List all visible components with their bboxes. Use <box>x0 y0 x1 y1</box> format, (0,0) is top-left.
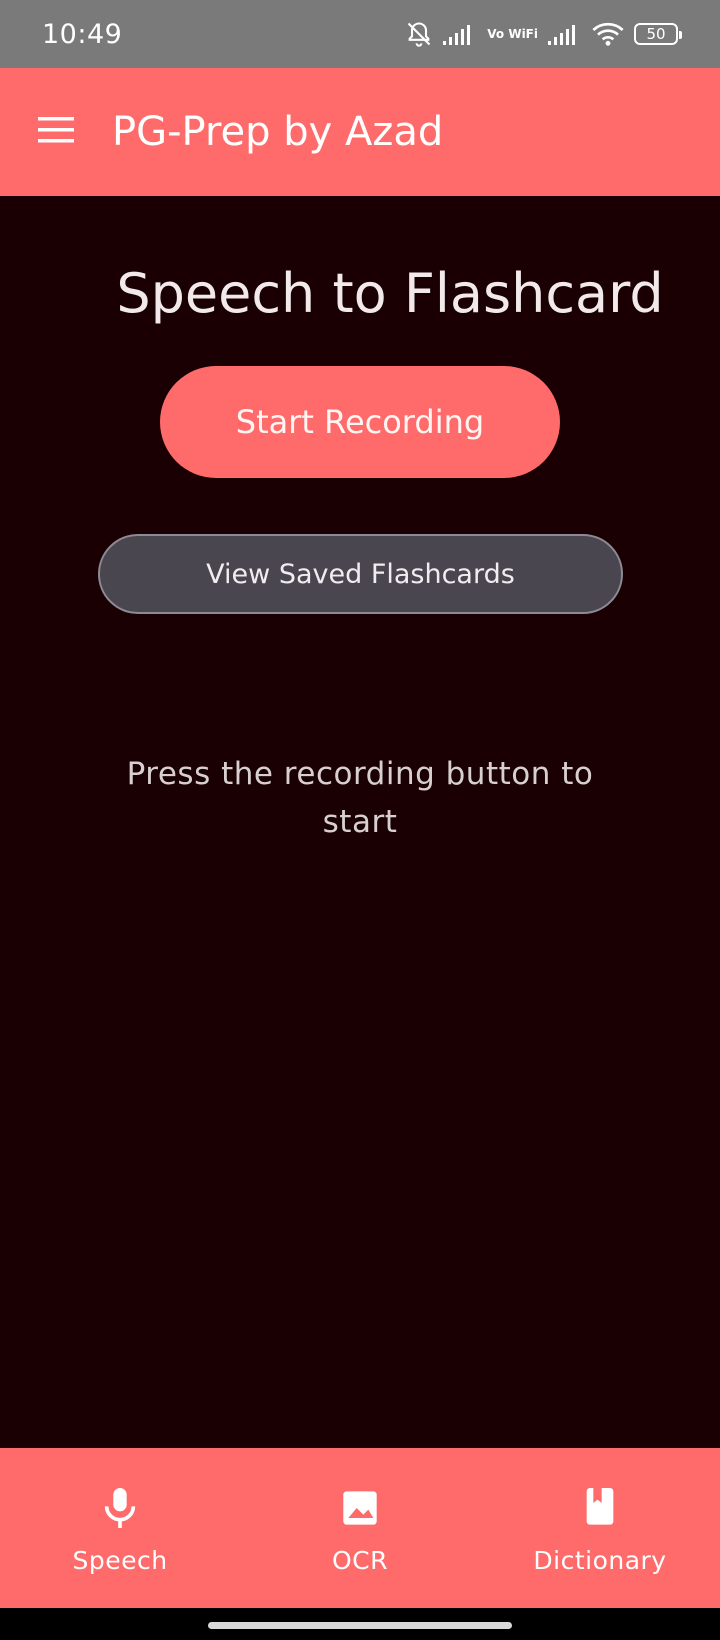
nav-item-dictionary[interactable]: Dictionary <box>480 1448 720 1608</box>
view-saved-flashcards-button[interactable]: View Saved Flashcards <box>98 534 623 614</box>
nav-label-ocr: OCR <box>331 1546 388 1575</box>
gesture-area <box>0 1608 720 1640</box>
app-bar: PG-Prep by Azad <box>0 68 720 196</box>
image-icon <box>340 1486 380 1530</box>
status-bar: 10:49 Vo WiFi 50 <box>0 0 720 68</box>
menu-button[interactable] <box>0 68 112 196</box>
signal-icon <box>443 23 477 45</box>
vowifi-icon: Vo WiFi <box>487 27 538 41</box>
nav-item-speech[interactable]: Speech <box>0 1448 240 1608</box>
nav-label-speech: Speech <box>72 1546 168 1575</box>
start-recording-button[interactable]: Start Recording <box>160 366 560 478</box>
battery-icon: 50 <box>634 23 682 45</box>
nav-label-dictionary: Dictionary <box>533 1546 667 1575</box>
book-icon <box>580 1486 620 1530</box>
bell-off-icon <box>405 20 433 48</box>
home-gesture-handle[interactable] <box>208 1622 512 1629</box>
status-icons: Vo WiFi 50 <box>405 20 682 48</box>
status-time: 10:49 <box>42 18 123 50</box>
page-title: Speech to Flashcard <box>116 262 664 325</box>
microphone-icon <box>100 1486 140 1530</box>
hint-text: Press the recording button to start <box>126 756 594 840</box>
wifi-icon <box>592 22 624 46</box>
nav-item-ocr[interactable]: OCR <box>240 1448 480 1608</box>
app-title: PG-Prep by Azad <box>112 109 444 155</box>
main-content: Speech to Flashcard Start Recording View… <box>0 196 720 1448</box>
bottom-nav: Speech OCR Dictionary <box>0 1448 720 1608</box>
signal-icon <box>548 23 582 45</box>
hamburger-menu-icon <box>38 117 74 147</box>
